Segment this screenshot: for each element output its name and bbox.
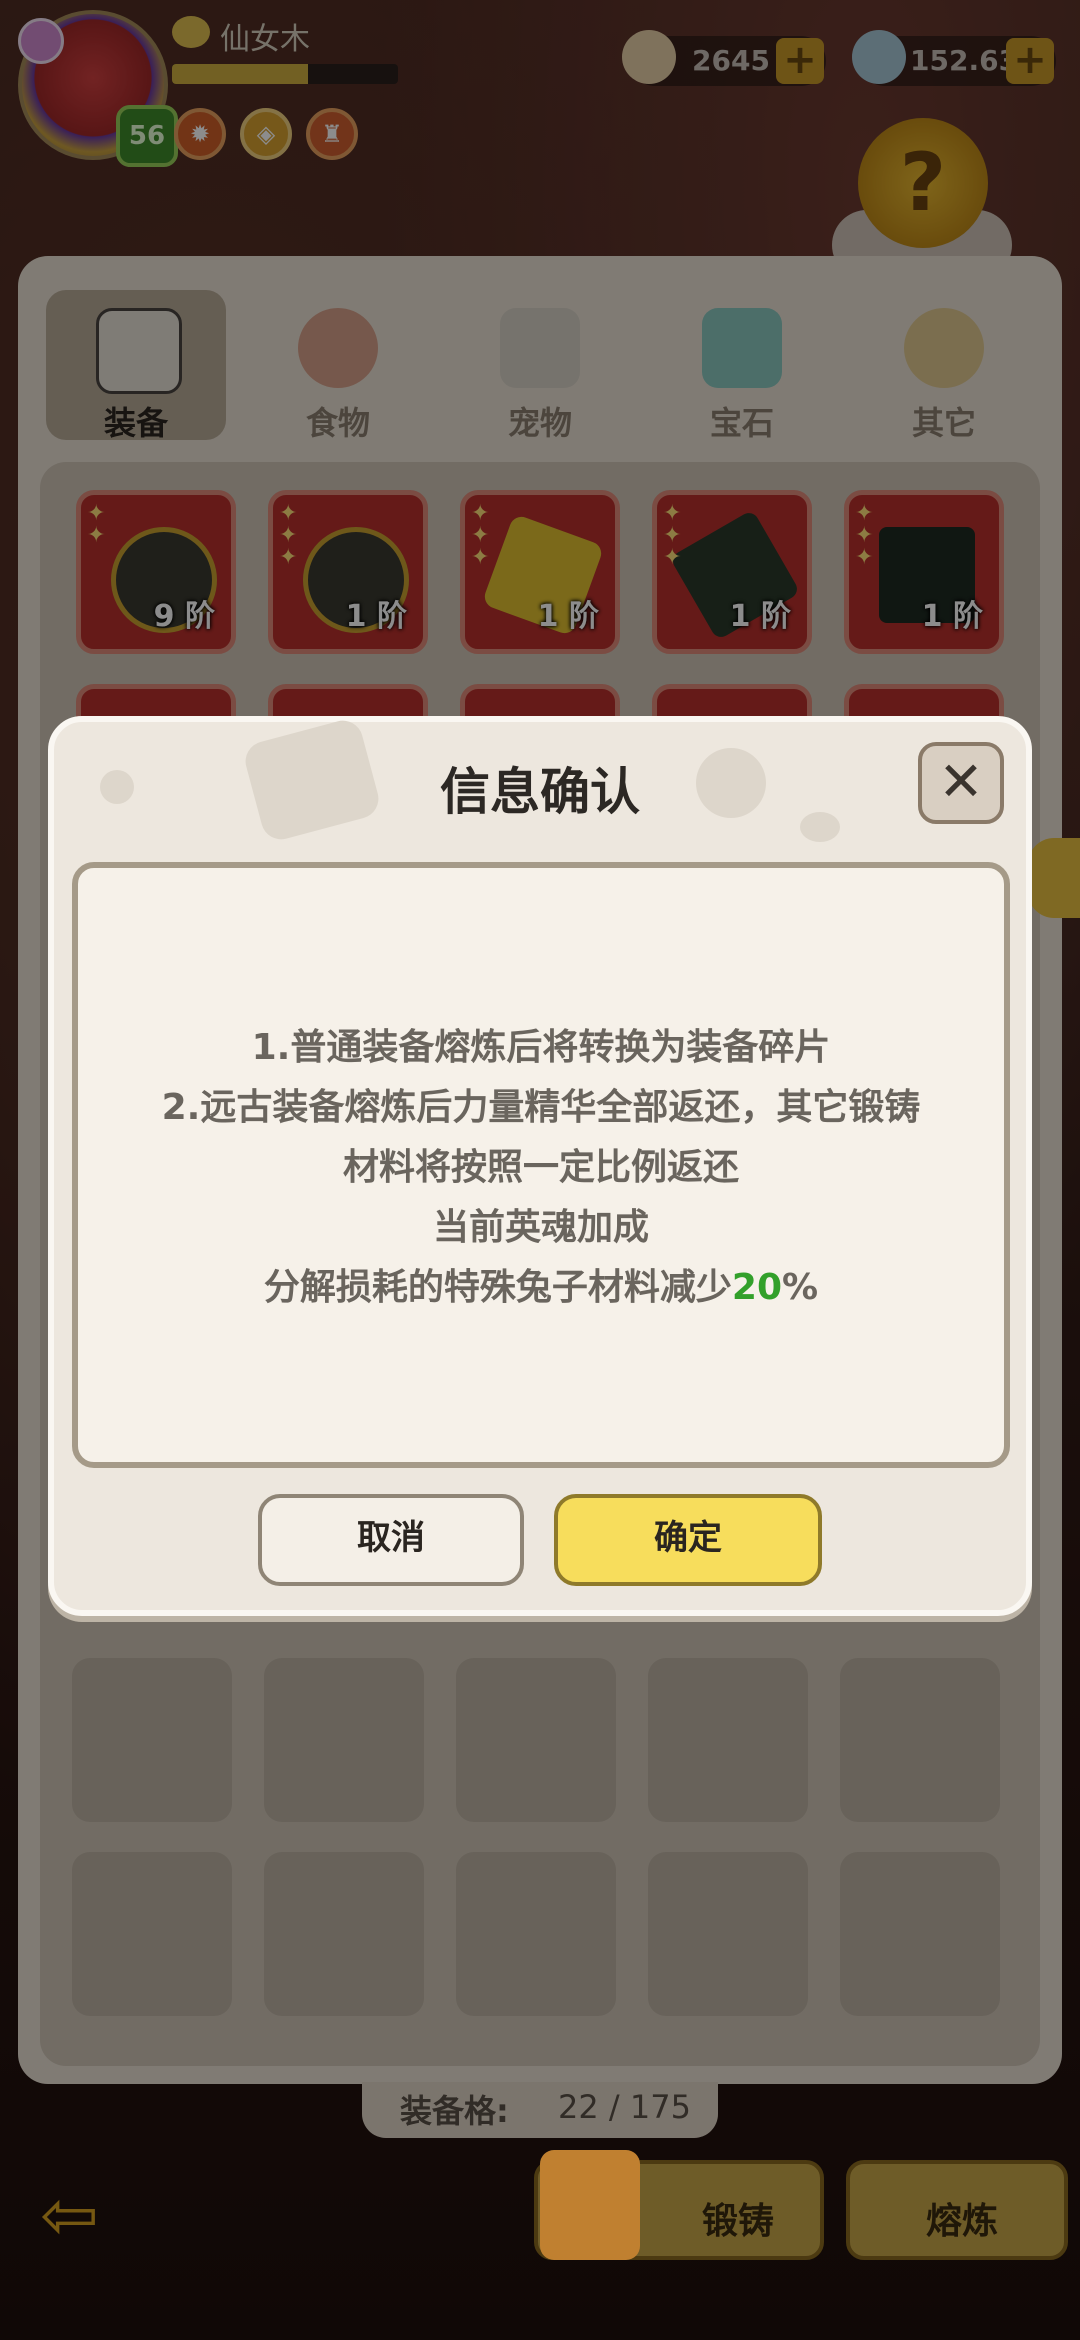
message-line-5: 分解损耗的特殊兔子材料减少20% [72,1258,1010,1310]
message-line-1: 1.普通装备熔炼后将转换为装备碎片 [251,1027,831,1068]
message-line-4: 当前英魂加成 [432,1207,649,1248]
cancel-button[interactable]: 取消 [258,1494,524,1586]
message-line-2: 2.远古装备熔炼后力量精华全部返还，其它锻铸 [161,1087,921,1128]
message-line-3: 材料将按照一定比例返还 [342,1147,739,1188]
bonus-value: 20 [731,1267,783,1308]
confirm-button[interactable]: 确定 [554,1494,822,1586]
close-button[interactable]: ✕ [918,742,1004,824]
bonus-unit: % [782,1267,819,1308]
anvil-hammer-icon [540,2150,640,2260]
bonus-text: 分解损耗的特殊兔子材料减少 [263,1267,732,1308]
